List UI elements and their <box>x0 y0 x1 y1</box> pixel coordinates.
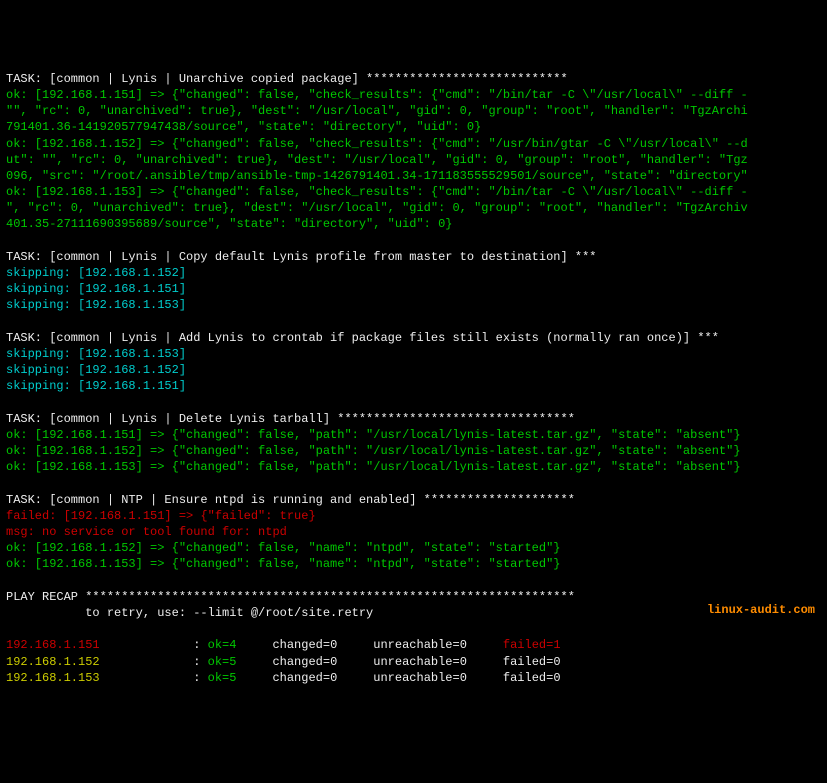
watermark: linux-audit.com <box>707 602 815 618</box>
output-line: skipping: [192.168.1.152] <box>6 265 821 281</box>
output-line: skipping: [192.168.1.151] <box>6 378 821 394</box>
output-line: ok: [192.168.1.152] => {"changed": false… <box>6 136 821 152</box>
output-line: skipping: [192.168.1.151] <box>6 281 821 297</box>
output-line: ok: [192.168.1.152] => {"changed": false… <box>6 540 821 556</box>
blank-line <box>6 475 821 491</box>
terminal-output: TASK: [common | Lynis | Unarchive copied… <box>6 71 821 686</box>
recap-row: 192.168.1.153 : ok=5 changed=0 unreachab… <box>6 670 821 686</box>
task-header: TASK: [common | Lynis | Copy default Lyn… <box>6 249 821 265</box>
output-line: ok: [192.168.1.153] => {"changed": false… <box>6 556 821 572</box>
output-line: skipping: [192.168.1.153] <box>6 346 821 362</box>
output-line: failed: [192.168.1.151] => {"failed": tr… <box>6 508 821 524</box>
output-line: ", "rc": 0, "unarchived": true}, "dest":… <box>6 200 821 216</box>
recap-retry: to retry, use: --limit @/root/site.retry <box>6 605 821 621</box>
recap-row: 192.168.1.152 : ok=5 changed=0 unreachab… <box>6 654 821 670</box>
blank-line <box>6 314 821 330</box>
task-header: TASK: [common | NTP | Ensure ntpd is run… <box>6 492 821 508</box>
output-line: 401.35-27111690395689/source", "state": … <box>6 216 821 232</box>
output-line: ut": "", "rc": 0, "unarchived": true}, "… <box>6 152 821 168</box>
blank-line <box>6 395 821 411</box>
output-line: skipping: [192.168.1.153] <box>6 297 821 313</box>
output-line: skipping: [192.168.1.152] <box>6 362 821 378</box>
recap-header: PLAY RECAP *****************************… <box>6 589 821 605</box>
recap-row: 192.168.1.151 : ok=4 changed=0 unreachab… <box>6 637 821 653</box>
task-header: TASK: [common | Lynis | Unarchive copied… <box>6 71 821 87</box>
output-line: "", "rc": 0, "unarchived": true}, "dest"… <box>6 103 821 119</box>
output-line: ok: [192.168.1.153] => {"changed": false… <box>6 184 821 200</box>
output-line: ok: [192.168.1.153] => {"changed": false… <box>6 459 821 475</box>
task-header: TASK: [common | Lynis | Add Lynis to cro… <box>6 330 821 346</box>
output-line: ok: [192.168.1.151] => {"changed": false… <box>6 87 821 103</box>
output-line: ok: [192.168.1.152] => {"changed": false… <box>6 443 821 459</box>
output-line: 096, "src": "/root/.ansible/tmp/ansible-… <box>6 168 821 184</box>
output-line: msg: no service or tool found for: ntpd <box>6 524 821 540</box>
output-line: ok: [192.168.1.151] => {"changed": false… <box>6 427 821 443</box>
blank-line <box>6 233 821 249</box>
blank-line <box>6 573 821 589</box>
task-header: TASK: [common | Lynis | Delete Lynis tar… <box>6 411 821 427</box>
output-line: 791401.36-141920577947438/source", "stat… <box>6 119 821 135</box>
